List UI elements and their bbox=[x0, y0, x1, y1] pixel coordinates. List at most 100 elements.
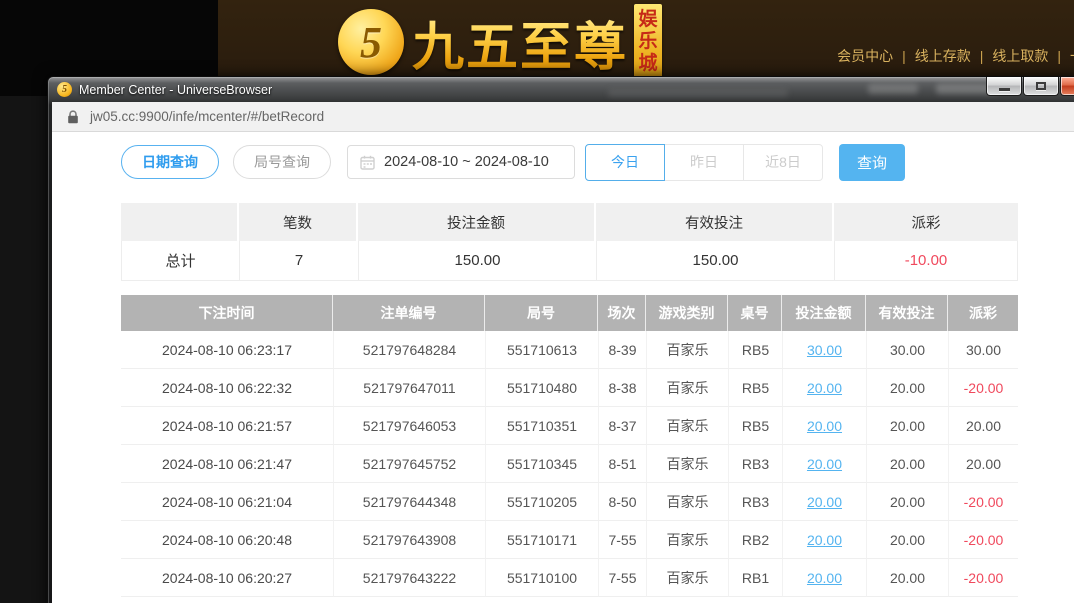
summary-header-row: 笔数 投注金额 有效投注 派彩 bbox=[121, 203, 1018, 241]
cell-bet-id: 521797644348 bbox=[333, 483, 485, 521]
bet-table-header-cell: 有效投注 bbox=[866, 295, 948, 331]
cell-payout: -20.00 bbox=[948, 483, 1018, 521]
bet-table-header-cell: 游戏类别 bbox=[646, 295, 728, 331]
bet-amount-link[interactable]: 20.00 bbox=[807, 494, 842, 510]
cell-game-type: 百家乐 bbox=[646, 407, 728, 445]
cell-session: 7-55 bbox=[598, 521, 646, 559]
cell-round-id: 551710100 bbox=[485, 559, 598, 597]
maximize-button[interactable] bbox=[1023, 77, 1059, 96]
cell-time: 2024-08-10 06:21:04 bbox=[121, 483, 333, 521]
site-top-nav: 会员中心|线上存款|线上取款|一 bbox=[837, 46, 1074, 66]
minimize-icon bbox=[999, 88, 1010, 91]
blurred-text bbox=[608, 89, 788, 97]
cell-table-no: RB1 bbox=[728, 559, 782, 597]
cell-time: 2024-08-10 06:21:57 bbox=[121, 407, 333, 445]
cell-bet-amount: 20.00 bbox=[782, 407, 866, 445]
lock-icon bbox=[67, 110, 79, 124]
bet-table-header-cell: 下注时间 bbox=[121, 295, 333, 331]
cell-valid-bet: 20.00 bbox=[866, 521, 948, 559]
minimize-button[interactable] bbox=[986, 77, 1022, 96]
bet-amount-link[interactable]: 20.00 bbox=[807, 532, 842, 548]
cell-game-type: 百家乐 bbox=[646, 331, 728, 369]
cell-valid-bet: 20.00 bbox=[866, 559, 948, 597]
cell-table-no: RB3 bbox=[728, 445, 782, 483]
quick-date-button[interactable]: 今日 bbox=[585, 144, 665, 181]
table-row: 2024-08-10 06:21:47521797645752551710345… bbox=[121, 445, 1018, 483]
cell-bet-amount: 20.00 bbox=[782, 559, 866, 597]
date-query-tab[interactable]: 日期查询 bbox=[121, 145, 219, 179]
cell-bet-id: 521797645752 bbox=[333, 445, 485, 483]
favicon-glyph: 5 bbox=[62, 84, 67, 95]
date-range-input[interactable]: 2024-08-10 ~ 2024-08-10 bbox=[347, 145, 575, 179]
bet-amount-link[interactable]: 20.00 bbox=[807, 456, 842, 472]
cell-session: 8-51 bbox=[598, 445, 646, 483]
cell-round-id: 551710351 bbox=[485, 407, 598, 445]
nav-separator: | bbox=[1057, 48, 1061, 64]
badge-char: 乐 bbox=[639, 31, 658, 53]
round-query-tab[interactable]: 局号查询 bbox=[233, 145, 331, 179]
cell-game-type: 百家乐 bbox=[646, 369, 728, 407]
quick-date-button[interactable]: 昨日 bbox=[664, 144, 744, 181]
top-nav-link[interactable]: 会员中心 bbox=[837, 46, 893, 66]
summary-data-row: 总计 7 150.00 150.00 -10.00 bbox=[121, 241, 1018, 281]
cell-time: 2024-08-10 06:20:48 bbox=[121, 521, 333, 559]
summary-header-blank bbox=[121, 203, 239, 241]
cell-round-id: 551710171 bbox=[485, 521, 598, 559]
cell-valid-bet: 20.00 bbox=[866, 483, 948, 521]
cell-game-type: 百家乐 bbox=[646, 483, 728, 521]
cell-payout: -20.00 bbox=[948, 521, 1018, 559]
bet-table-header-cell: 局号 bbox=[485, 295, 598, 331]
browser-url-bar[interactable]: jw05.cc:9900/infe/mcenter/#/betRecord bbox=[52, 102, 1074, 132]
bet-table-header-row: 下注时间注单编号局号场次游戏类别桌号投注金额有效投注派彩 bbox=[121, 295, 1018, 331]
cell-session: 8-38 bbox=[598, 369, 646, 407]
bet-amount-link[interactable]: 20.00 bbox=[807, 570, 842, 586]
quick-date-group: 今日昨日近8日 bbox=[585, 144, 823, 181]
top-nav-link[interactable]: 线上取款 bbox=[992, 46, 1048, 66]
bet-table-header-cell: 投注金额 bbox=[782, 295, 866, 331]
summary-payout-value: -10.00 bbox=[834, 241, 1018, 281]
top-nav-link[interactable]: 一 bbox=[1070, 46, 1074, 66]
cell-payout: 20.00 bbox=[948, 445, 1018, 483]
browser-window: 5 Member Center - UniverseBrowser jw05.c… bbox=[47, 76, 1074, 603]
cell-time: 2024-08-10 06:23:17 bbox=[121, 331, 333, 369]
table-row: 2024-08-10 06:20:48521797643908551710171… bbox=[121, 521, 1018, 559]
cell-bet-amount: 20.00 bbox=[782, 521, 866, 559]
bet-amount-link[interactable]: 20.00 bbox=[807, 418, 842, 434]
filter-bar: 日期查询 局号查询 2024-08-10 ~ 2024-08-10 今日昨日近8… bbox=[121, 142, 1074, 182]
brand-logo-glyph: 5 bbox=[360, 17, 382, 68]
summary-header-bet-amount: 投注金额 bbox=[358, 203, 596, 241]
calendar-icon bbox=[360, 155, 375, 170]
cell-session: 8-37 bbox=[598, 407, 646, 445]
top-nav-link[interactable]: 线上存款 bbox=[915, 46, 971, 66]
screen: 5 九五至尊 娱 乐 城 会员中心|线上存款|线上取款|一 5 Member C… bbox=[0, 0, 1074, 603]
url-text: jw05.cc:9900/infe/mcenter/#/betRecord bbox=[90, 109, 324, 124]
window-title: Member Center - UniverseBrowser bbox=[79, 83, 272, 97]
cell-bet-amount: 30.00 bbox=[782, 331, 866, 369]
window-titlebar[interactable]: 5 Member Center - UniverseBrowser bbox=[48, 77, 1074, 102]
date-range-value: 2024-08-10 ~ 2024-08-10 bbox=[384, 154, 549, 170]
cell-bet-id: 521797648284 bbox=[333, 331, 485, 369]
nav-separator: | bbox=[980, 48, 984, 64]
cell-bet-id: 521797643222 bbox=[333, 559, 485, 597]
cell-time: 2024-08-10 06:20:27 bbox=[121, 559, 333, 597]
cell-payout: -20.00 bbox=[948, 559, 1018, 597]
cell-session: 8-39 bbox=[598, 331, 646, 369]
cell-game-type: 百家乐 bbox=[646, 521, 728, 559]
table-row: 2024-08-10 06:21:57521797646053551710351… bbox=[121, 407, 1018, 445]
blurred-text bbox=[868, 84, 918, 94]
badge-char: 娱 bbox=[639, 9, 658, 31]
cell-valid-bet: 20.00 bbox=[866, 369, 948, 407]
cell-table-no: RB2 bbox=[728, 521, 782, 559]
summary-header-valid-bet: 有效投注 bbox=[596, 203, 834, 241]
search-button[interactable]: 查询 bbox=[839, 144, 905, 181]
summary-count-value: 7 bbox=[239, 241, 358, 281]
cell-valid-bet: 30.00 bbox=[866, 331, 948, 369]
table-row: 2024-08-10 06:22:32521797647011551710480… bbox=[121, 369, 1018, 407]
close-button[interactable] bbox=[1060, 77, 1074, 96]
quick-date-button[interactable]: 近8日 bbox=[743, 144, 823, 181]
bet-table-header-cell: 桌号 bbox=[728, 295, 782, 331]
cell-session: 7-55 bbox=[598, 559, 646, 597]
maximize-icon bbox=[1036, 82, 1046, 90]
bet-amount-link[interactable]: 20.00 bbox=[807, 380, 842, 396]
bet-amount-link[interactable]: 30.00 bbox=[807, 342, 842, 358]
